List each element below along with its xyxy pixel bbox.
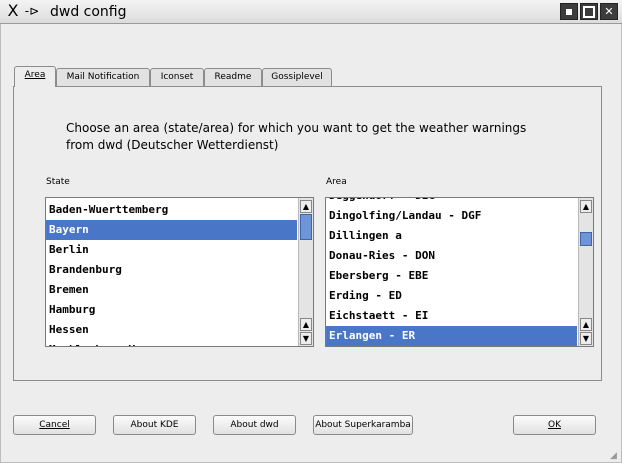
scroll-up-icon[interactable]: ▲ [580,318,592,331]
minimize-button[interactable] [560,3,578,20]
instruction-line-2: from dwd (Deutscher Wetterdienst) [66,138,279,152]
scroll-up-icon[interactable]: ▲ [300,318,312,331]
tab-gossiplevel-label: Gossiplevel [271,72,323,82]
tab-readme-label: Readme [214,72,252,82]
instruction-text: Choose an area (state/area) for which yo… [66,120,566,154]
list-item[interactable]: Baden-Wuerttemberg [46,200,297,220]
close-button[interactable] [600,3,618,20]
list-item[interactable]: Erlangen - ER [326,326,577,346]
area-label: Area [326,177,347,187]
list-item[interactable]: Bremen [46,280,297,300]
scroll-down-icon[interactable]: ▼ [300,332,312,345]
scroll-up-icon[interactable]: ▲ [580,200,592,213]
ok-button-label: OK [548,420,561,430]
list-item[interactable]: Erding - ED [326,286,577,306]
about-kde-button-label: About KDE [130,420,179,430]
list-item[interactable]: Eichstaett - EI [326,306,577,326]
area-list: Deggendorf - DEGDingolfing/Landau - DGFD… [326,198,577,346]
scroll-down-icon[interactable]: ▼ [580,332,592,345]
tab-area-label: Area [24,70,46,80]
cancel-button-label: Cancel [39,420,70,430]
maximize-button[interactable] [580,3,598,20]
about-dwd-button-label: About dwd [230,420,279,430]
about-dwd-button[interactable]: About dwd [213,415,296,435]
list-item[interactable]: Berlin [46,240,297,260]
list-item[interactable]: Hessen [46,320,297,340]
about-kde-button[interactable]: About KDE [113,415,196,435]
tab-mail-notification[interactable]: Mail Notification [56,68,150,86]
list-item[interactable]: Dingolfing/Landau - DGF [326,206,577,226]
ok-button[interactable]: OK [513,415,596,435]
window-title: dwd config [50,4,127,20]
list-item[interactable]: Donau-Ries - DON [326,246,577,266]
tab-iconset-label: Iconset [160,72,194,82]
state-scrollbar[interactable]: ▲ ▲ ▼ [298,198,313,346]
list-item[interactable]: Mecklenburg-Vo [46,340,297,346]
list-item[interactable]: Hamburg [46,300,297,320]
state-list: Baden-Wuerttemberg Bayern Berlin Brandenbur… [46,200,297,346]
scroll-up-icon[interactable]: ▲ [300,200,312,213]
tab-iconset[interactable]: Iconset [150,68,204,86]
area-listbox[interactable]: Deggendorf - DEGDingolfing/Landau - DGFD… [325,197,594,347]
cancel-button[interactable]: Cancel [13,415,96,435]
tab-readme[interactable]: Readme [204,68,262,86]
tab-area[interactable]: Area [14,66,56,87]
list-item[interactable]: Bayern [46,220,297,240]
title-bar[interactable]: X -⊳ dwd config [0,0,622,24]
window-menu-icon[interactable]: X [4,2,22,20]
instruction-line-1: Choose an area (state/area) for which yo… [66,121,527,135]
list-item[interactable]: Dillingen a [326,226,577,246]
state-listbox[interactable]: Baden-Wuerttemberg Bayern Berlin Brandenbur… [45,197,314,347]
list-item[interactable]: Brandenburg [46,260,297,280]
state-scroll-thumb[interactable] [300,214,312,240]
resize-grip-icon[interactable]: ◢ [610,451,620,461]
tab-gossiplevel[interactable]: Gossiplevel [262,68,332,86]
about-superkaramba-button[interactable]: About Superkaramba [313,415,413,435]
state-label: State [46,177,70,187]
pin-icon[interactable]: -⊳ [24,2,40,20]
list-item[interactable]: Deggendorf - DEG [326,198,577,206]
area-scrollbar[interactable]: ▲ ▲ ▼ [578,198,593,346]
area-scroll-thumb[interactable] [580,232,592,246]
list-item[interactable]: Ebersberg - EBE [326,266,577,286]
about-superkaramba-button-label: About Superkaramba [315,420,411,430]
tab-mail-notification-label: Mail Notification [66,72,140,82]
